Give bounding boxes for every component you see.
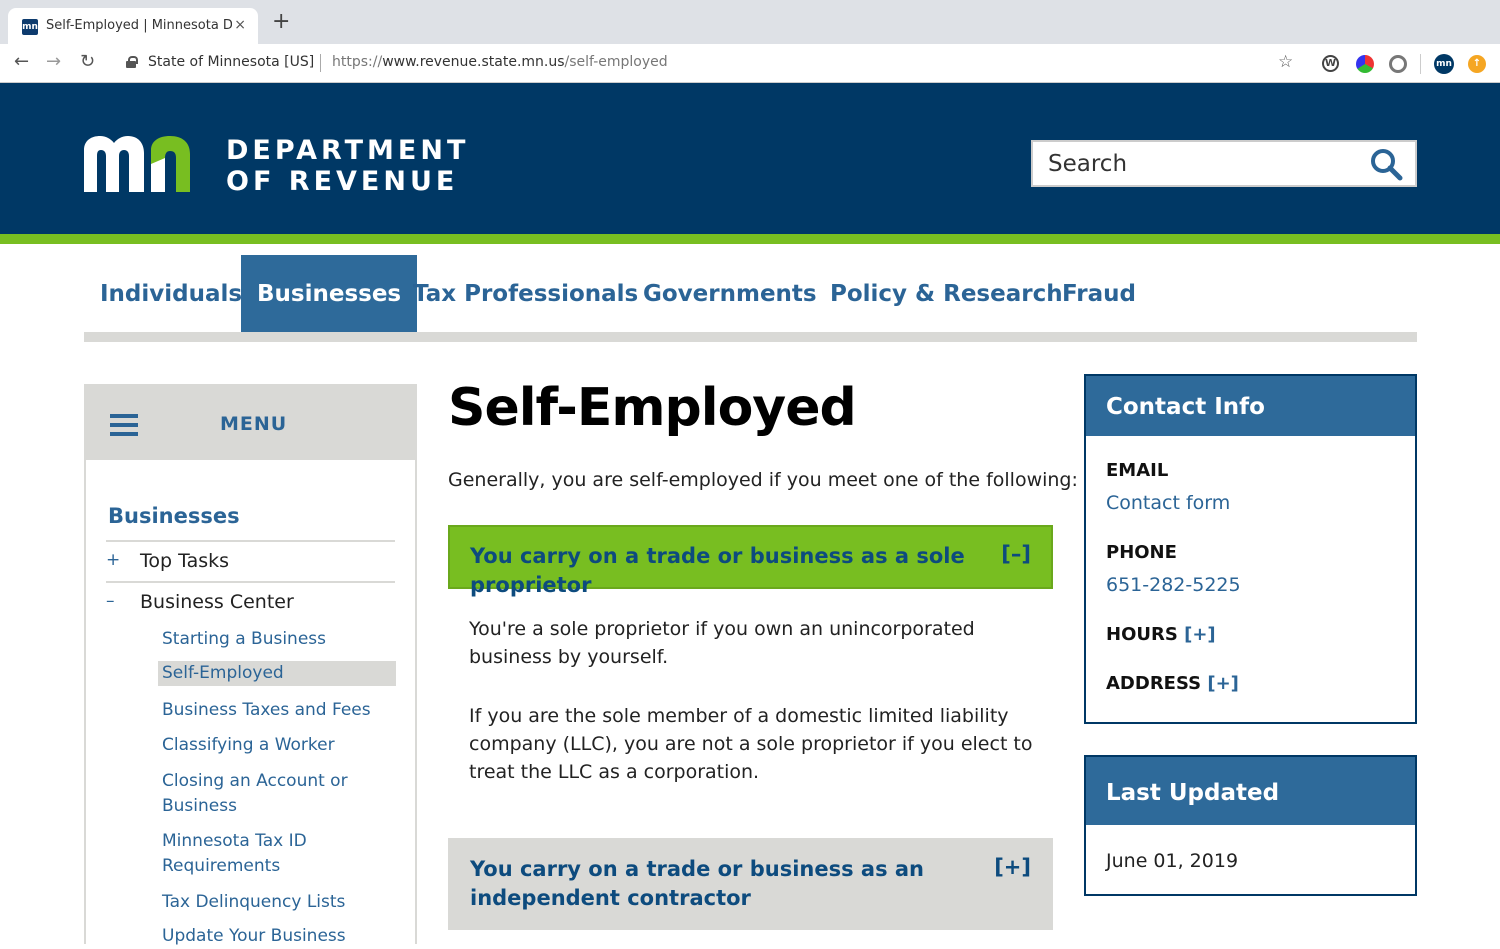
expand-icon: [+] [1207,673,1239,694]
new-tab-button[interactable]: + [272,11,290,33]
sidebar-subitem-closing-account[interactable]: Closing an Account or Business [158,769,396,819]
browser-toolbar: ← → ↻ State of Minnesota [US] https://ww… [0,44,1500,83]
search-box [1031,140,1417,187]
menu-label[interactable]: MENU [220,413,287,435]
search-input[interactable] [1033,142,1363,185]
search-icon[interactable] [1369,147,1403,181]
contact-form-link[interactable]: Contact form [1106,492,1230,514]
browser-tab[interactable]: mn Self-Employed | Minnesota De × [8,8,258,44]
accordion-paragraph: You're a sole proprietor if you own an u… [469,618,975,668]
site-identity[interactable]: State of Minnesota [US] [148,54,314,70]
nav-fraud[interactable]: Fraud [1046,255,1152,332]
last-updated-date: June 01, 2019 [1106,850,1239,872]
sidebar-subitem-classifying-worker[interactable]: Classifying a Worker [158,733,396,758]
nav-tax-professionals[interactable]: Tax Professionals [397,255,654,332]
phone-label: PHONE [1106,542,1177,563]
forward-arrow-icon[interactable]: → [46,52,61,72]
sidebar-subitem-self-employed[interactable]: Self-Employed [158,661,396,686]
intro-text: Generally, you are self-employed if you … [448,469,1078,491]
nav-individuals[interactable]: Individuals [84,255,258,332]
address-bar[interactable]: State of Minnesota [US] https://www.reve… [112,48,1310,78]
accordion-title[interactable]: You carry on a trade or business as an i… [470,855,950,913]
hours-toggle[interactable]: HOURS [+] [1106,624,1216,645]
address-toggle[interactable]: ADDRESS [+] [1106,673,1239,694]
department-logo-text[interactable]: DEPARTMENT OF REVENUE [226,135,469,197]
collapse-icon[interactable]: – [106,591,115,611]
last-updated-heading: Last Updated [1086,757,1415,825]
upload-extension-icon[interactable]: ↑ [1468,55,1486,73]
accordion-independent-contractor-header[interactable]: You carry on a trade or business as an i… [448,838,1053,930]
contact-info-card: Contact Info EMAIL Contact form PHONE 65… [1084,374,1417,724]
contact-info-heading: Contact Info [1086,376,1415,436]
expand-icon[interactable]: + [106,550,120,570]
wikipedia-extension-icon[interactable]: W [1322,55,1339,72]
sidebar-divider [106,581,395,583]
reload-icon[interactable]: ↻ [80,52,95,72]
nav-divider [84,332,1417,342]
last-updated-card: Last Updated June 01, 2019 [1084,755,1417,896]
tab-close-icon[interactable]: × [234,17,246,33]
bookmark-star-icon[interactable]: ☆ [1278,52,1293,72]
back-arrow-icon[interactable]: ← [14,52,29,72]
url-separator [320,54,321,72]
sidebar-subitem-delinquency-lists[interactable]: Tax Delinquency Lists [158,890,396,915]
sidebar-subitem-tax-id[interactable]: Minnesota Tax ID Requirements [158,829,396,879]
expand-icon: [+] [1184,624,1216,645]
browser-tabstrip: mn Self-Employed | Minnesota De × + [0,0,1500,44]
site-header: DEPARTMENT OF REVENUE [0,83,1500,234]
sidebar-menu: MENU Businesses + Top Tasks – Business C… [84,384,417,946]
sidebar-subitem-business-taxes[interactable]: Business Taxes and Fees [158,698,396,723]
accordion-sole-proprietor-header[interactable]: You carry on a trade or business as a so… [448,525,1053,597]
accordion-paragraph: If you are the sole member of a domestic… [469,705,1033,783]
circle-extension-icon[interactable] [1389,55,1407,73]
header-accent-bar [0,234,1500,244]
menu-toggle[interactable]: MENU [86,386,415,460]
extension-separator [1420,54,1421,74]
main-nav: Individuals Businesses Tax Professionals… [84,255,1417,332]
sidebar-divider [106,540,395,542]
sidebar-subitem-update-business[interactable]: Update Your Business [158,924,396,949]
nav-policy-research[interactable]: Policy & Research [814,255,1079,332]
tab-favicon-icon: mn [22,19,38,35]
color-extension-icon[interactable] [1356,55,1374,73]
hamburger-icon[interactable] [110,414,138,436]
email-label: EMAIL [1106,460,1169,481]
page-title: Self-Employed [448,378,857,438]
lock-icon[interactable] [126,56,138,68]
collapse-toggle[interactable]: [–] [1001,542,1031,566]
mn-logo-icon[interactable] [84,136,209,192]
phone-link[interactable]: 651-282-5225 [1106,574,1241,596]
mn-extension-icon[interactable]: mn [1434,54,1454,74]
sidebar-subitem-starting-a-business[interactable]: Starting a Business [158,627,396,652]
nav-businesses[interactable]: Businesses [241,255,418,332]
expand-toggle[interactable]: [+] [994,855,1031,879]
url-text[interactable]: https://www.revenue.state.mn.us/self-emp… [332,54,668,70]
sidebar-section-title[interactable]: Businesses [108,504,240,528]
nav-governments[interactable]: Governments [627,255,833,332]
accordion-title[interactable]: You carry on a trade or business as a so… [470,542,970,600]
tab-title: Self-Employed | Minnesota De [46,18,232,33]
